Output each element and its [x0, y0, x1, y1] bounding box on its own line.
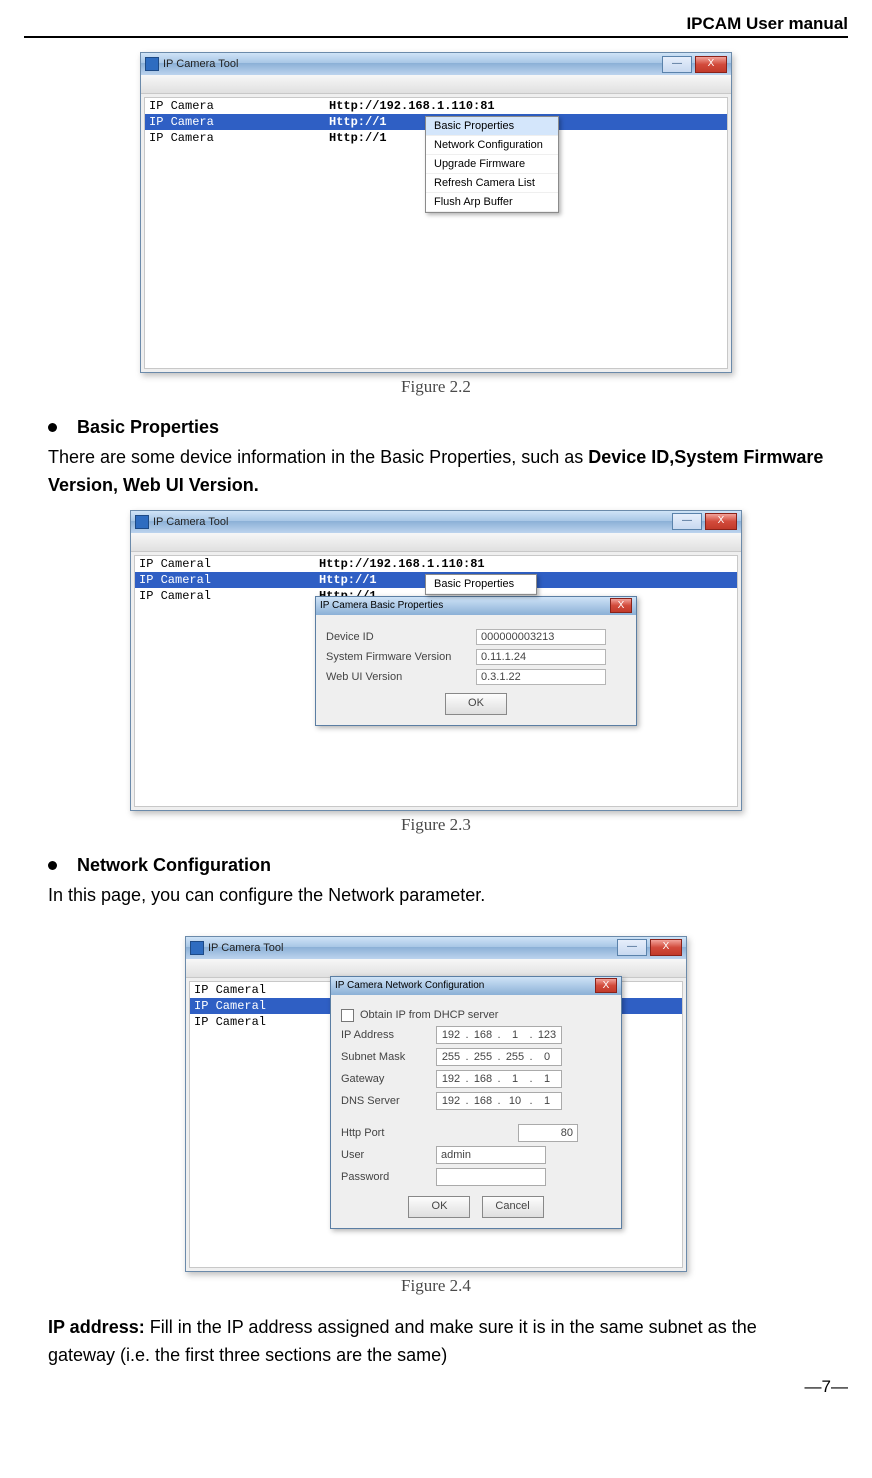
ip-camera-tool-window: IP Camera Tool — X IP Cameral IP Cameral…	[185, 936, 687, 1272]
dhcp-label: Obtain IP from DHCP server	[360, 1009, 498, 1021]
ctx-basic-properties[interactable]: Basic Properties	[426, 117, 558, 136]
dialog-title: IP Camera Basic Properties	[320, 600, 443, 611]
minimize-button[interactable]: —	[617, 939, 647, 956]
titlebar: IP Camera Tool — X	[186, 937, 686, 959]
web-ui-version-value: 0.3.1.22	[476, 669, 606, 685]
user-input[interactable]: admin	[436, 1146, 546, 1164]
figure-2-3: IP Camera Tool — X IP Cameral Http://192…	[24, 510, 848, 835]
bullet-icon	[48, 423, 57, 432]
window-title: IP Camera Tool	[163, 58, 238, 70]
camera-name: IP Camera	[145, 115, 329, 129]
subnet-mask-input[interactable]: 255. 255. 255. 0	[436, 1048, 562, 1066]
section-network-configuration: Network Configuration	[24, 855, 848, 876]
dialog-body: Device ID 000000003213 System Firmware V…	[316, 615, 636, 725]
minimize-button[interactable]: —	[672, 513, 702, 530]
http-port-input[interactable]: 80	[518, 1124, 578, 1142]
network-config-dialog: IP Camera Network Configuration X Obtain…	[330, 976, 622, 1229]
figure-caption: Figure 2.3	[24, 815, 848, 835]
device-id-label: Device ID	[326, 631, 476, 643]
paragraph-network-configuration: In this page, you can configure the Netw…	[48, 882, 824, 910]
window-title: IP Camera Tool	[153, 516, 228, 528]
ip-address-label: IP Address	[341, 1029, 436, 1041]
password-label: Password	[341, 1171, 436, 1183]
titlebar: IP Camera Tool — X	[141, 53, 731, 75]
ok-button[interactable]: OK	[408, 1196, 470, 1218]
camera-name: IP Cameral	[135, 573, 319, 587]
dhcp-checkbox[interactable]	[341, 1009, 354, 1022]
ip-camera-tool-window: IP Camera Tool — X IP Cameral Http://192…	[130, 510, 742, 811]
figure-caption: Figure 2.4	[24, 1276, 848, 1296]
camera-name: IP Cameral	[135, 557, 319, 571]
camera-name: IP Camera	[145, 99, 329, 113]
heading-text: Network Configuration	[77, 855, 271, 876]
http-port-label: Http Port	[341, 1127, 436, 1139]
device-id-value: 000000003213	[476, 629, 606, 645]
figure-2-2: IP Camera Tool — X IP Camera Http://192.…	[24, 52, 848, 397]
camera-row[interactable]: IP Camera Http://192.168.1.110:81	[145, 98, 727, 114]
para-bold: IP address:	[48, 1317, 145, 1337]
gateway-label: Gateway	[341, 1073, 436, 1085]
camera-list: IP Camera Http://192.168.1.110:81 IP Cam…	[144, 97, 728, 369]
figure-caption: Figure 2.2	[24, 377, 848, 397]
ok-button[interactable]: OK	[445, 693, 507, 715]
dialog-close-button[interactable]: X	[610, 598, 632, 613]
subnet-mask-label: Subnet Mask	[341, 1051, 436, 1063]
menubar	[141, 75, 731, 94]
para-text: There are some device information in the…	[48, 447, 588, 467]
page-header: IPCAM User manual	[24, 10, 848, 38]
dhcp-row: Obtain IP from DHCP server	[341, 1009, 611, 1022]
page-number: —7—	[24, 1377, 848, 1397]
titlebar: IP Camera Tool — X	[131, 511, 741, 533]
gateway-input[interactable]: 192. 168. 1. 1	[436, 1070, 562, 1088]
dialog-title: IP Camera Network Configuration	[335, 980, 484, 991]
para-text: In this page, you can configure the Netw…	[48, 885, 485, 905]
close-button[interactable]: X	[695, 56, 727, 73]
para-text: Fill in the IP address assigned and make…	[48, 1317, 757, 1365]
ctx-basic-properties[interactable]: Basic Properties	[426, 575, 536, 594]
cancel-button[interactable]: Cancel	[482, 1196, 544, 1218]
user-label: User	[341, 1149, 436, 1161]
close-button[interactable]: X	[650, 939, 682, 956]
camera-name: IP Camera	[145, 131, 329, 145]
ip-address-input[interactable]: 192. 168. 1. 123	[436, 1026, 562, 1044]
context-menu: Basic Properties Network Configuration U…	[425, 116, 559, 213]
section-basic-properties: Basic Properties	[24, 417, 848, 438]
dialog-close-button[interactable]: X	[595, 978, 617, 993]
web-ui-version-label: Web UI Version	[326, 671, 476, 683]
camera-url: Http://192.168.1.110:81	[329, 99, 727, 113]
ctx-flush-arp-buffer[interactable]: Flush Arp Buffer	[426, 193, 558, 212]
camera-name: IP Cameral	[135, 589, 319, 603]
app-icon	[135, 515, 149, 529]
menubar	[131, 533, 741, 552]
camera-list: IP Cameral Http://192.168.1.110:81 IP Ca…	[134, 555, 738, 807]
camera-url: Http://192.168.1.110:81	[319, 557, 737, 571]
dns-server-input[interactable]: 192. 168. 10. 1	[436, 1092, 562, 1110]
ctx-upgrade-firmware[interactable]: Upgrade Firmware	[426, 155, 558, 174]
app-icon	[145, 57, 159, 71]
paragraph-basic-properties: There are some device information in the…	[48, 444, 824, 500]
paragraph-ip-address: IP address: Fill in the IP address assig…	[48, 1314, 824, 1370]
password-input[interactable]	[436, 1168, 546, 1186]
close-button[interactable]: X	[705, 513, 737, 530]
camera-row[interactable]: IP Cameral Http://192.168.1.110:81	[135, 556, 737, 572]
heading-text: Basic Properties	[77, 417, 219, 438]
ctx-network-configuration[interactable]: Network Configuration	[426, 136, 558, 155]
ip-camera-tool-window: IP Camera Tool — X IP Camera Http://192.…	[140, 52, 732, 373]
dialog-body: Obtain IP from DHCP server IP Address 19…	[331, 995, 621, 1228]
figure-2-4: IP Camera Tool — X IP Cameral IP Cameral…	[24, 936, 848, 1296]
camera-list: IP Cameral IP Cameral IP Cameral IP Came…	[189, 981, 683, 1268]
app-icon	[190, 941, 204, 955]
bullet-icon	[48, 861, 57, 870]
firmware-version-value: 0.11.1.24	[476, 649, 606, 665]
firmware-version-label: System Firmware Version	[326, 651, 476, 663]
dns-server-label: DNS Server	[341, 1095, 436, 1107]
dialog-titlebar: IP Camera Network Configuration X	[331, 977, 621, 995]
basic-properties-dialog: IP Camera Basic Properties X Device ID 0…	[315, 596, 637, 726]
ctx-refresh-camera-list[interactable]: Refresh Camera List	[426, 174, 558, 193]
window-title: IP Camera Tool	[208, 942, 283, 954]
dialog-titlebar: IP Camera Basic Properties X	[316, 597, 636, 615]
context-menu: Basic Properties	[425, 574, 537, 595]
minimize-button[interactable]: —	[662, 56, 692, 73]
